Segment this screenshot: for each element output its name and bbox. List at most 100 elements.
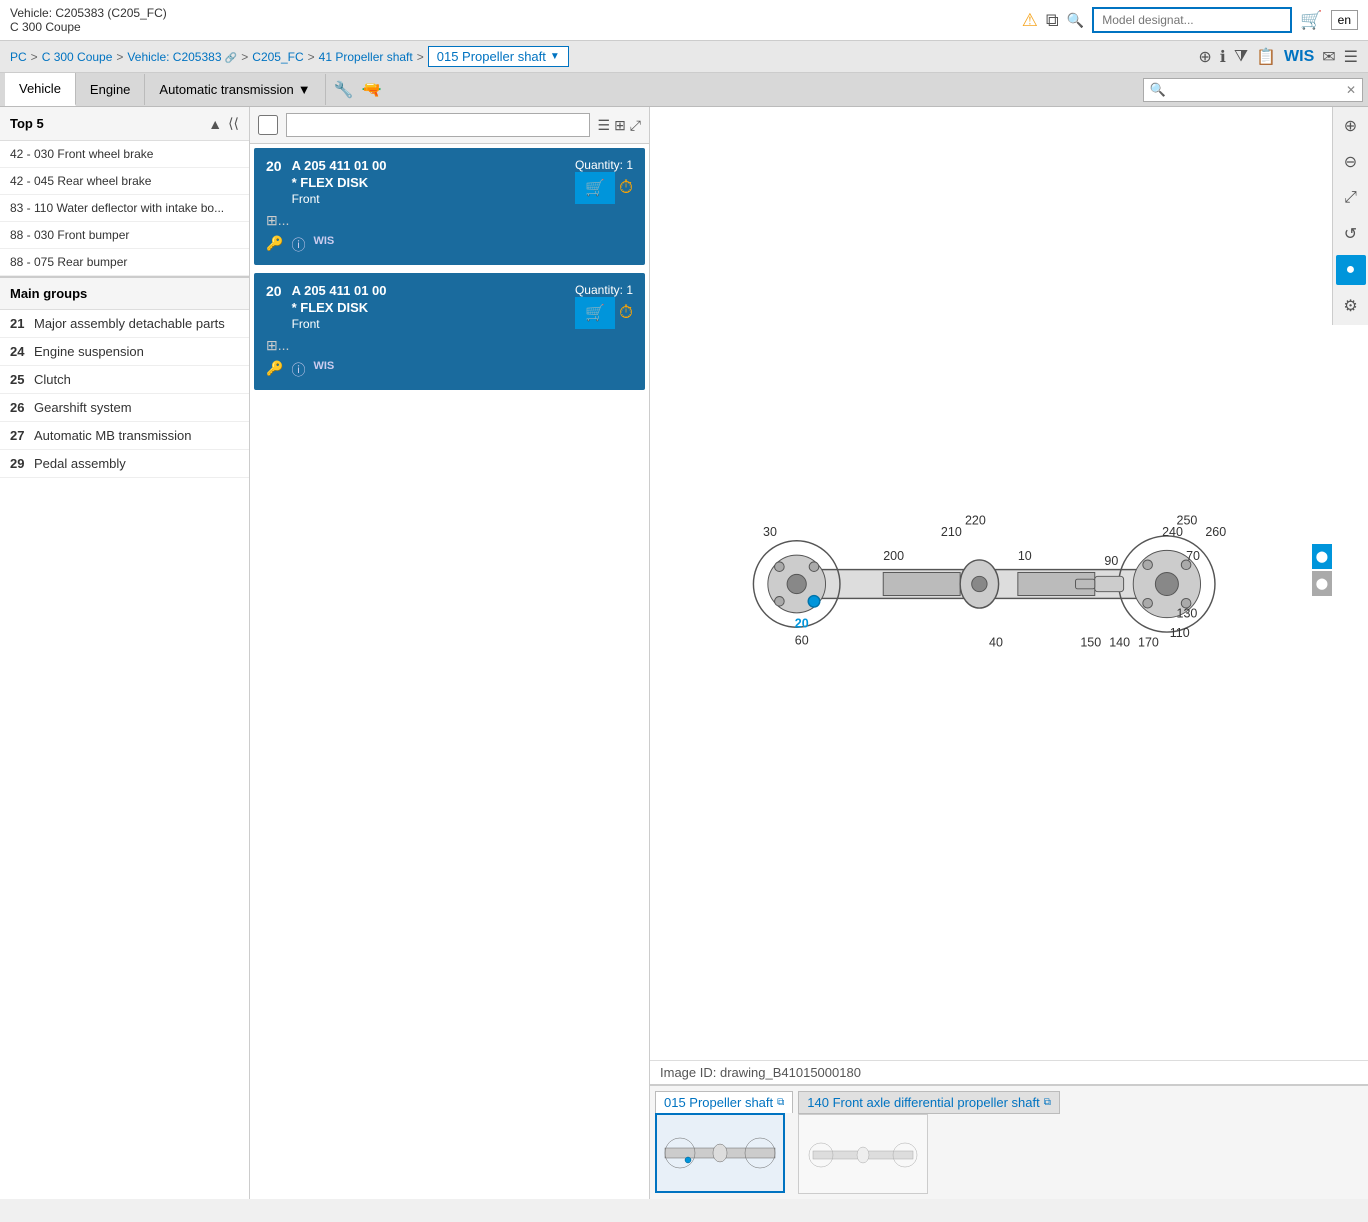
vehicle-id: Vehicle: C205383 (C205_FC) <box>10 6 167 20</box>
diagram-image-area: 30 20 60 200 210 220 40 10 150 140 170 2… <box>650 107 1368 1060</box>
tab-tools: 🔧 🔫 <box>334 80 382 100</box>
part-1-cart-btn[interactable]: 🛒 <box>575 297 615 329</box>
part-0-num: A 205 411 01 00 <box>292 158 387 173</box>
vehicle-model: C 300 Coupe <box>10 20 167 34</box>
breadcrumb-pc[interactable]: PC <box>10 50 27 64</box>
info-btn[interactable]: ℹ <box>1220 47 1226 67</box>
top5-item-0[interactable]: 42 - 030 Front wheel brake <box>0 141 249 168</box>
thumbnail-img-1[interactable] <box>798 1114 928 1194</box>
svg-text:90: 90 <box>1104 553 1118 567</box>
part-item-1-header: 20 A 205 411 01 00 * FLEX DISK Front Qua… <box>266 283 633 333</box>
part-1-clock-btn[interactable]: ⏱ <box>619 302 633 323</box>
tab-search-area: 🔍 ✕ <box>1143 78 1363 102</box>
thumbnail-svg-0 <box>660 1118 780 1188</box>
top-bar-actions: ⚠ ⧉ 🔍 🛒 en <box>1022 7 1358 33</box>
part-1-wis-icon[interactable]: WIS <box>313 360 334 380</box>
group-item-27[interactable]: 27 Automatic MB transmission <box>0 422 249 450</box>
breadcrumb-fc[interactable]: C205_FC <box>252 50 303 64</box>
part-0-cart-btn[interactable]: 🛒 <box>575 172 615 204</box>
menu-btn[interactable]: ☰ <box>1344 47 1358 67</box>
model-search-input[interactable] <box>1092 7 1292 33</box>
part-0-info-icon[interactable]: ⓘ <box>291 235 305 255</box>
thumbnail-external-icon-1[interactable]: ⧉ <box>1044 1097 1051 1108</box>
top5-collapse-btn[interactable]: ▲ <box>208 115 222 132</box>
svg-text:40: 40 <box>989 635 1003 649</box>
cart-icon[interactable]: 🛒 <box>1300 10 1322 31</box>
sidebar: Top 5 ▲ ⟨⟨ 42 - 030 Front wheel brake 42… <box>0 107 250 1199</box>
thumbnail-img-0[interactable] <box>655 1113 785 1193</box>
top5-item-2[interactable]: 83 - 110 Water deflector with intake bo.… <box>0 195 249 222</box>
mail-btn[interactable]: ✉ <box>1322 47 1335 67</box>
wis-btn[interactable]: WIS <box>1284 48 1314 66</box>
tab-tool-icon-2[interactable]: 🔫 <box>362 80 382 100</box>
zoom-in-btn[interactable]: ⊕ <box>1198 47 1211 67</box>
top-bar-vehicle-info: Vehicle: C205383 (C205_FC) C 300 Coupe <box>10 6 167 34</box>
top5-item-1[interactable]: 42 - 045 Rear wheel brake <box>0 168 249 195</box>
image-id-text: Image ID: drawing_B41015000180 <box>660 1065 861 1080</box>
part-0-table-icon[interactable]: ⊞... <box>266 212 289 229</box>
top5-item-4[interactable]: 88 - 075 Rear bumper <box>0 249 249 276</box>
parts-select-all-checkbox[interactable] <box>258 115 278 135</box>
part-1-key-icon[interactable]: 🔑 <box>266 360 283 380</box>
tab-engine[interactable]: Engine <box>76 74 145 105</box>
top5-title: Top 5 <box>10 116 44 131</box>
thumbnail-tab-1[interactable]: 140 Front axle differential propeller sh… <box>798 1091 1060 1114</box>
diag-settings-btn[interactable]: ⚙ <box>1336 291 1366 321</box>
breadcrumb-model[interactable]: C 300 Coupe <box>42 50 113 64</box>
group-item-25[interactable]: 25 Clutch <box>0 366 249 394</box>
diag-zoom-out-btn[interactable]: ⊖ <box>1336 147 1366 177</box>
tab-search-input[interactable] <box>1166 83 1346 97</box>
svg-text:170: 170 <box>1138 635 1159 649</box>
thumbnails-row: 015 Propeller shaft ⧉ 140 Front axle dif… <box>650 1084 1368 1199</box>
part-0-key-icon[interactable]: 🔑 <box>266 235 283 255</box>
language-button[interactable]: en <box>1331 10 1358 30</box>
group-item-24[interactable]: 24 Engine suspension <box>0 338 249 366</box>
search-icon-topbar: 🔍 <box>1067 12 1084 29</box>
filter-btn[interactable]: ⧩ <box>1234 48 1248 66</box>
top5-hide-btn[interactable]: ⟨⟨ <box>228 115 239 132</box>
parts-expand-icon[interactable]: ⤢ <box>630 117 641 134</box>
tab-tool-icon-1[interactable]: 🔧 <box>334 80 354 100</box>
diag-highlight-btn[interactable]: ● <box>1336 255 1366 285</box>
diag-rotate-btn[interactable]: ↺ <box>1336 219 1366 249</box>
group-item-26[interactable]: 26 Gearshift system <box>0 394 249 422</box>
parts-list-icon[interactable]: ☰ <box>598 117 611 134</box>
part-0-wis-icon[interactable]: WIS <box>313 235 334 255</box>
svg-text:60: 60 <box>795 633 809 647</box>
part-0-clock-btn[interactable]: ⏱ <box>619 177 633 198</box>
doc-btn[interactable]: 📋 <box>1256 47 1276 67</box>
part-0-sub: Front <box>292 192 387 206</box>
tab-search-clear[interactable]: ✕ <box>1346 83 1356 97</box>
part-0-name: * FLEX DISK <box>292 175 387 190</box>
tab-search-icon: 🔍 <box>1150 82 1166 98</box>
part-1-table-icon[interactable]: ⊞... <box>266 337 289 354</box>
svg-text:150: 150 <box>1080 635 1101 649</box>
tab-auto-trans[interactable]: Automatic transmission ▼ <box>145 74 325 105</box>
parts-grid-icon[interactable]: ⊞ <box>614 117 626 134</box>
svg-text:30: 30 <box>763 524 777 538</box>
thumbnail-external-icon-0[interactable]: ⧉ <box>777 1097 784 1108</box>
svg-text:140: 140 <box>1109 635 1130 649</box>
breadcrumb-dropdown-icon: ▼ <box>550 51 560 62</box>
part-1-info-icon[interactable]: ⓘ <box>291 360 305 380</box>
parts-search-input[interactable] <box>286 113 590 137</box>
alert-icon[interactable]: ⚠ <box>1022 10 1038 31</box>
part-0-bottom-icons: 🔑 ⓘ WIS <box>266 235 633 255</box>
diag-zoom-in-btn[interactable]: ⊕ <box>1336 111 1366 141</box>
part-item-0-header: 20 A 205 411 01 00 * FLEX DISK Front Qua… <box>266 158 633 208</box>
breadcrumb-vehicle[interactable]: Vehicle: C205383 🔗 <box>127 50 237 64</box>
diag-fit-btn[interactable]: ⤢ <box>1336 183 1366 213</box>
diagram-toolbar: ⊕ ⊖ ⤢ ↺ ● ⚙ <box>1332 107 1368 325</box>
thumbnail-tab-0[interactable]: 015 Propeller shaft ⧉ <box>655 1091 793 1113</box>
top5-item-3[interactable]: 88 - 030 Front bumper <box>0 222 249 249</box>
tab-vehicle[interactable]: Vehicle <box>5 73 76 106</box>
group-item-21[interactable]: 21 Major assembly detachable parts <box>0 310 249 338</box>
copy-icon[interactable]: ⧉ <box>1046 10 1059 31</box>
svg-text:10: 10 <box>1018 548 1032 562</box>
part-1-name: * FLEX DISK <box>292 300 387 315</box>
part-1-sub: Front <box>292 317 387 331</box>
breadcrumb-current-item[interactable]: 015 Propeller shaft ▼ <box>428 46 569 67</box>
breadcrumb-propeller[interactable]: 41 Propeller shaft <box>319 50 413 64</box>
svg-text:110: 110 <box>1170 625 1190 639</box>
group-item-29[interactable]: 29 Pedal assembly <box>0 450 249 478</box>
